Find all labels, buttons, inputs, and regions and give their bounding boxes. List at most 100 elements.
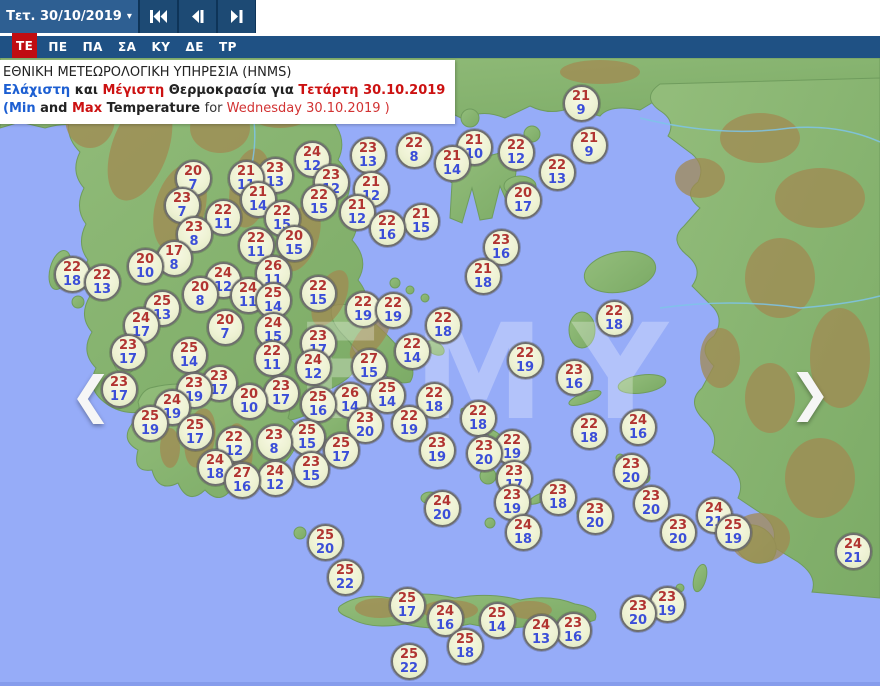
day-tab-ΚΥ[interactable]: ΚΥ	[147, 36, 174, 58]
min-temp-value: 14	[488, 621, 506, 634]
nav-first-button[interactable]	[138, 0, 177, 33]
map-container: EMY ΕΘΝΙΚΗ ΜΕΤΕΩΡΟΛΟΓΙΚΗ ΥΠΗΡΕΣΙΑ (HNMS)…	[0, 58, 880, 686]
next-map-arrow[interactable]: ❯	[789, 368, 831, 418]
max-temp-value: 24	[239, 282, 257, 295]
min-temp-value: 11	[214, 218, 232, 231]
max-temp-value: 20	[216, 314, 234, 327]
info-text-segment: (Min	[3, 101, 36, 116]
max-temp-value: 22	[309, 280, 327, 293]
temp-station: 2320	[620, 595, 657, 632]
min-temp-value: 13	[548, 173, 566, 186]
max-temp-value: 24	[303, 146, 321, 159]
max-temp-value: 23	[110, 376, 128, 389]
temp-station: 2115	[403, 203, 440, 240]
max-temp-value: 25	[264, 287, 282, 300]
max-temp-value: 22	[310, 189, 328, 202]
temp-station: 2215	[300, 275, 337, 312]
temp-station: 2118	[465, 258, 502, 295]
max-temp-value: 20	[285, 230, 303, 243]
temp-station: 2219	[507, 342, 544, 379]
temp-station: 2420	[424, 490, 461, 527]
info-text-segment: for	[205, 101, 227, 116]
max-temp-value: 20	[136, 253, 154, 266]
max-temp-value: 25	[309, 391, 327, 404]
date-dropdown[interactable]: Τετ. 30/10/2019 ▾	[0, 0, 138, 33]
temp-station: 2520	[307, 524, 344, 561]
min-temp-value: 21	[844, 552, 862, 565]
min-temp-value: 18	[456, 647, 474, 660]
max-temp-value: 23	[185, 221, 203, 234]
max-temp-value: 25	[398, 592, 416, 605]
min-temp-value: 7	[177, 206, 186, 219]
max-temp-value: 23	[119, 339, 137, 352]
temp-station: 2519	[132, 405, 169, 442]
min-temp-value: 16	[233, 481, 251, 494]
max-temp-value: 23	[173, 192, 191, 205]
max-temp-value: 21	[249, 186, 267, 199]
day-tab-ΔΕ[interactable]: ΔΕ	[181, 36, 207, 58]
min-temp-value: 19	[658, 605, 676, 618]
min-temp-value: 12	[266, 479, 284, 492]
min-temp-value: 20	[433, 509, 451, 522]
day-tab-ΠΑ[interactable]: ΠΑ	[79, 36, 107, 58]
max-temp-value: 22	[247, 232, 265, 245]
day-tab-ΤΡ[interactable]: ΤΡ	[215, 36, 241, 58]
temp-station: 2218	[460, 400, 497, 437]
dropdown-caret-icon: ▾	[127, 11, 132, 22]
max-temp-value: 27	[233, 467, 251, 480]
min-temp-value: 9	[576, 104, 585, 117]
max-temp-value: 22	[378, 215, 396, 228]
min-temp-value: 18	[605, 319, 623, 332]
temp-station: 2214	[394, 333, 431, 370]
min-temp-value: 20	[356, 426, 374, 439]
day-tab-ΠΕ[interactable]: ΠΕ	[44, 36, 71, 58]
max-temp-value: 25	[336, 564, 354, 577]
min-temp-value: 17	[514, 201, 532, 214]
max-temp-value: 21	[443, 150, 461, 163]
temp-station: 2514	[171, 337, 208, 374]
max-temp-value: 23	[185, 377, 203, 390]
max-temp-value: 22	[605, 305, 623, 318]
max-temp-value: 23	[356, 412, 374, 425]
min-temp-value: 18	[469, 419, 487, 432]
max-temp-value: 23	[564, 617, 582, 630]
min-temp-value: 19	[141, 424, 159, 437]
prev-map-arrow[interactable]: ❮	[70, 370, 112, 420]
hnms-weather-page: Τετ. 30/10/2019 ▾ ΤΕ ΠΕ ΠΑ ΣΑ ΚΥ ΔΕ ΤΡ	[0, 0, 880, 686]
max-temp-value: 23	[492, 234, 510, 247]
min-temp-value: 14	[378, 396, 396, 409]
max-temp-value: 23	[322, 169, 340, 182]
temp-station: 2215	[301, 184, 338, 221]
min-temp-value: 22	[336, 578, 354, 591]
max-temp-value: 24	[163, 394, 181, 407]
info-text-segment: and	[36, 101, 72, 116]
info-text-segment: Wednesday 30.10.2019 )	[227, 101, 390, 116]
min-temp-value: 15	[309, 294, 327, 307]
max-temp-value: 21	[237, 165, 255, 178]
max-temp-value: 25	[456, 633, 474, 646]
temp-station: 2212	[498, 134, 535, 171]
max-temp-value: 23	[505, 465, 523, 478]
day-tab-ΣΑ[interactable]: ΣΑ	[114, 36, 140, 58]
min-temp-value: 13	[359, 156, 377, 169]
info-line-1: ΕΘΝΙΚΗ ΜΕΤΕΩΡΟΛΟΓΙΚΗ ΥΠΗΡΕΣΙΑ (HNMS)	[3, 64, 445, 82]
min-temp-value: 17	[398, 606, 416, 619]
info-text-segment: Ελάχιστη	[3, 83, 70, 98]
max-temp-value: 24	[705, 502, 723, 515]
temp-station: 2320	[466, 435, 503, 472]
temp-station: 2413	[523, 614, 560, 651]
temp-station: 2218	[425, 307, 462, 344]
temp-station: 2218	[596, 300, 633, 337]
min-temp-value: 20	[316, 543, 334, 556]
max-temp-value: 23	[475, 440, 493, 453]
min-temp-value: 15	[302, 470, 320, 483]
min-temp-value: 18	[549, 498, 567, 511]
min-temp-value: 12	[507, 153, 525, 166]
day-tab-ΤΕ[interactable]: ΤΕ	[12, 33, 37, 58]
max-temp-value: 22	[273, 205, 291, 218]
min-temp-value: 7	[220, 328, 229, 341]
nav-prev-button[interactable]	[177, 0, 216, 33]
nav-next-button[interactable]	[216, 0, 255, 33]
temp-station: 2017	[505, 182, 542, 219]
max-temp-value: 21	[362, 176, 380, 189]
